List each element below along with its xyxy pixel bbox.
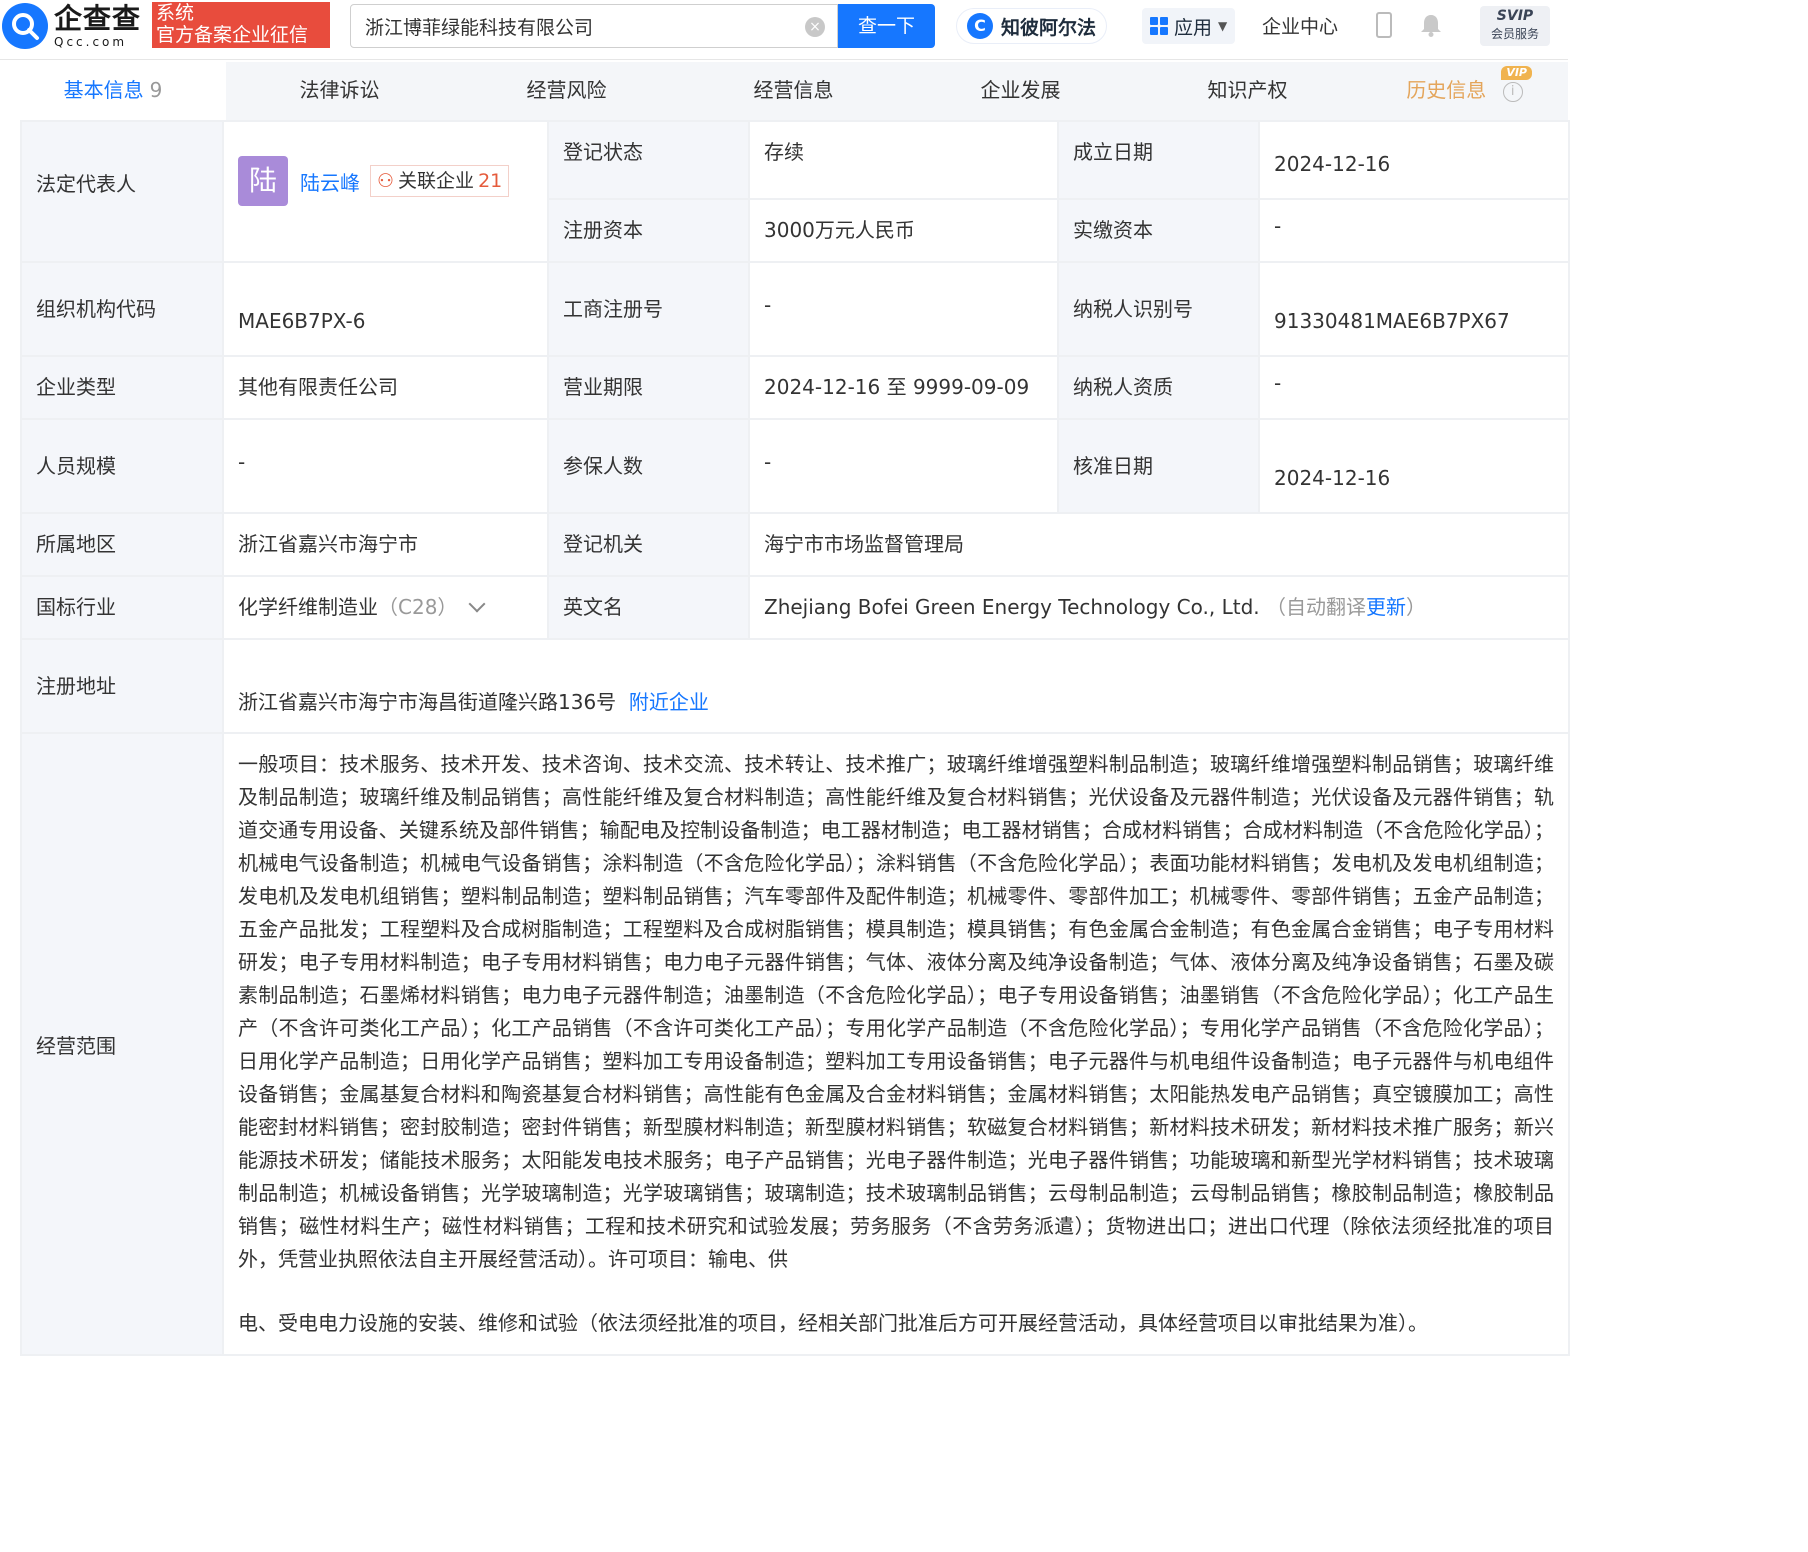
official-badge-line1: 系统 bbox=[156, 2, 195, 24]
org-code-value: MAE6B7PX-6 bbox=[222, 261, 549, 357]
reg-capital-label: 注册资本 bbox=[547, 198, 750, 263]
tab-ip[interactable]: 知识产权 bbox=[1134, 62, 1361, 120]
founded-label: 成立日期 bbox=[1057, 120, 1260, 200]
taxpayer-qual-value: - bbox=[1258, 355, 1570, 420]
tab-risk[interactable]: 经营风险 bbox=[453, 62, 680, 120]
reg-status-label: 登记状态 bbox=[547, 120, 750, 200]
grid-icon bbox=[1150, 17, 1168, 35]
region-label: 所属地区 bbox=[20, 512, 224, 577]
term-label: 营业期限 bbox=[547, 355, 750, 420]
svip-subtitle: 会员服务 bbox=[1490, 27, 1539, 41]
bell-icon[interactable] bbox=[1418, 12, 1444, 38]
info-icon[interactable]: i bbox=[1502, 81, 1523, 102]
search-button[interactable]: 查一下 bbox=[838, 4, 935, 48]
reg-status-value: 存续 bbox=[748, 120, 1059, 200]
en-name-label: 英文名 bbox=[547, 575, 750, 640]
tab-development[interactable]: 企业发展 bbox=[907, 62, 1134, 120]
search-input[interactable] bbox=[365, 5, 795, 47]
authority-label: 登记机关 bbox=[547, 512, 750, 577]
tab-basic-info-count: 9 bbox=[149, 78, 163, 102]
business-scope-text: 一般项目：技术服务、技术开发、技术咨询、技术交流、技术转让、技术推广；玻璃纤维增… bbox=[238, 752, 1554, 1271]
chevron-down-icon[interactable] bbox=[468, 595, 486, 613]
site-logo[interactable]: 企查查 Qcc.com bbox=[0, 0, 141, 52]
industry-value[interactable]: 化学纤维制造业（C28） bbox=[222, 575, 549, 640]
svip-button[interactable]: SVIP 会员服务 bbox=[1480, 6, 1550, 46]
insured-label: 参保人数 bbox=[547, 418, 750, 514]
official-badge-line2: 官方备案企业征信 bbox=[156, 24, 309, 46]
tab-basic-info[interactable]: 基本信息 9 bbox=[0, 62, 226, 120]
authority-value: 海宁市市场监督管理局 bbox=[748, 512, 1570, 577]
biz-reg-no-value: - bbox=[748, 261, 1059, 357]
ai-label: 知彼阿尔法 bbox=[1001, 16, 1097, 39]
en-name: Zhejiang Bofei Green Energy Technology C… bbox=[764, 595, 1260, 619]
term-value: 2024-12-16 至 9999-09-09 bbox=[748, 355, 1059, 420]
business-scope: 一般项目：技术服务、技术开发、技术咨询、技术交流、技术转让、技术推广；玻璃纤维增… bbox=[222, 732, 1570, 1356]
business-scope-tail: 电、受电电力设施的安装、维修和试验（依法须经批准的项目，经相关部门批准后方可开展… bbox=[238, 1311, 1428, 1335]
insured-value: - bbox=[748, 418, 1059, 514]
address-label: 注册地址 bbox=[20, 638, 224, 734]
industry-code: （C28） bbox=[378, 595, 458, 619]
tab-basic-info-label: 基本信息 bbox=[63, 78, 144, 102]
en-name-value: Zhejiang Bofei Green Energy Technology C… bbox=[748, 575, 1570, 640]
tab-bar: 基本信息 9 法律诉讼 经营风险 经营信息 企业发展 知识产权 历史信息 VIP … bbox=[0, 62, 1568, 120]
mobile-icon[interactable] bbox=[1376, 12, 1392, 38]
search-box: × bbox=[350, 4, 838, 48]
tab-litigation[interactable]: 法律诉讼 bbox=[226, 62, 453, 120]
enterprise-center-link[interactable]: 企业中心 bbox=[1262, 12, 1338, 39]
address-text: 浙江省嘉兴市海宁市海昌街道隆兴路136号 bbox=[238, 690, 617, 714]
paid-capital-value: - bbox=[1258, 198, 1570, 263]
staff-label: 人员规模 bbox=[20, 418, 224, 514]
industry-label: 国标行业 bbox=[20, 575, 224, 640]
staff-value: - bbox=[222, 418, 549, 514]
logo-icon bbox=[2, 3, 48, 49]
avatar[interactable]: 陆 bbox=[238, 156, 288, 206]
vip-badge: VIP bbox=[1501, 66, 1532, 80]
region-value: 浙江省嘉兴市海宁市 bbox=[222, 512, 549, 577]
company-type-value: 其他有限责任公司 bbox=[222, 355, 549, 420]
relation-icon: ⚇ bbox=[377, 170, 395, 192]
approved-label: 核准日期 bbox=[1057, 418, 1260, 514]
legal-rep-name[interactable]: 陆云峰 bbox=[300, 171, 360, 195]
apps-menu[interactable]: 应用 ▼ bbox=[1142, 8, 1236, 44]
basic-info-table: 法定代表人 陆陆云峰 ⚇ 关联企业 21 登记状态 存续 成立日期 2024-12-1… bbox=[20, 120, 1570, 1356]
industry-name: 化学纤维制造业 bbox=[238, 595, 378, 619]
related-count: 21 bbox=[478, 170, 503, 192]
logo-title: 企查查 bbox=[54, 1, 142, 35]
legal-rep-label: 法定代表人 bbox=[20, 120, 224, 263]
ai-assistant-button[interactable]: C 知彼阿尔法 bbox=[956, 8, 1108, 44]
company-type-label: 企业类型 bbox=[20, 355, 224, 420]
auto-translate-note: （自动翻译 bbox=[1266, 595, 1367, 619]
biz-reg-no-label: 工商注册号 bbox=[547, 261, 750, 357]
svip-title: SVIP bbox=[1496, 8, 1534, 24]
approved-value: 2024-12-16 bbox=[1258, 418, 1570, 514]
org-code-label: 组织机构代码 bbox=[20, 261, 224, 357]
founded-value: 2024-12-16 bbox=[1258, 120, 1570, 200]
auto-translate-close: ） bbox=[1406, 595, 1427, 619]
update-translation-link[interactable]: 更新 bbox=[1366, 595, 1406, 619]
nearby-companies-link[interactable]: 附近企业 bbox=[629, 690, 709, 714]
paid-capital-label: 实缴资本 bbox=[1057, 198, 1260, 263]
related-companies-tag[interactable]: ⚇ 关联企业 21 bbox=[370, 165, 510, 197]
top-header: 企查查 Qcc.com 系统 官方备案企业征信 × 查一下 C 知彼阿尔法 应用… bbox=[0, 0, 1568, 60]
taxpayer-id-label: 纳税人识别号 bbox=[1057, 261, 1260, 357]
taxpayer-id-value: 91330481MAE6B7PX67 bbox=[1258, 261, 1570, 357]
official-badge[interactable]: 系统 官方备案企业征信 bbox=[152, 2, 330, 48]
address-value: 浙江省嘉兴市海宁市海昌街道隆兴路136号 附近企业 bbox=[222, 638, 1570, 734]
taxpayer-qual-label: 纳税人资质 bbox=[1057, 355, 1260, 420]
related-label: 关联企业 bbox=[398, 170, 475, 192]
tab-history-label: 历史信息 bbox=[1406, 78, 1487, 102]
ai-icon: C bbox=[967, 13, 993, 39]
caret-down-icon: ▼ bbox=[1218, 19, 1228, 33]
legal-rep-cell: 陆陆云峰 ⚇ 关联企业 21 bbox=[222, 120, 549, 263]
apps-label: 应用 bbox=[1174, 16, 1213, 39]
clear-icon[interactable]: × bbox=[805, 17, 825, 37]
logo-subtitle: Qcc.com bbox=[54, 34, 128, 49]
reg-capital-value: 3000万元人民币 bbox=[748, 198, 1059, 263]
tab-operations[interactable]: 经营信息 bbox=[680, 62, 907, 120]
scope-label: 经营范围 bbox=[20, 732, 224, 1356]
tab-history[interactable]: 历史信息 VIP i bbox=[1361, 62, 1568, 120]
